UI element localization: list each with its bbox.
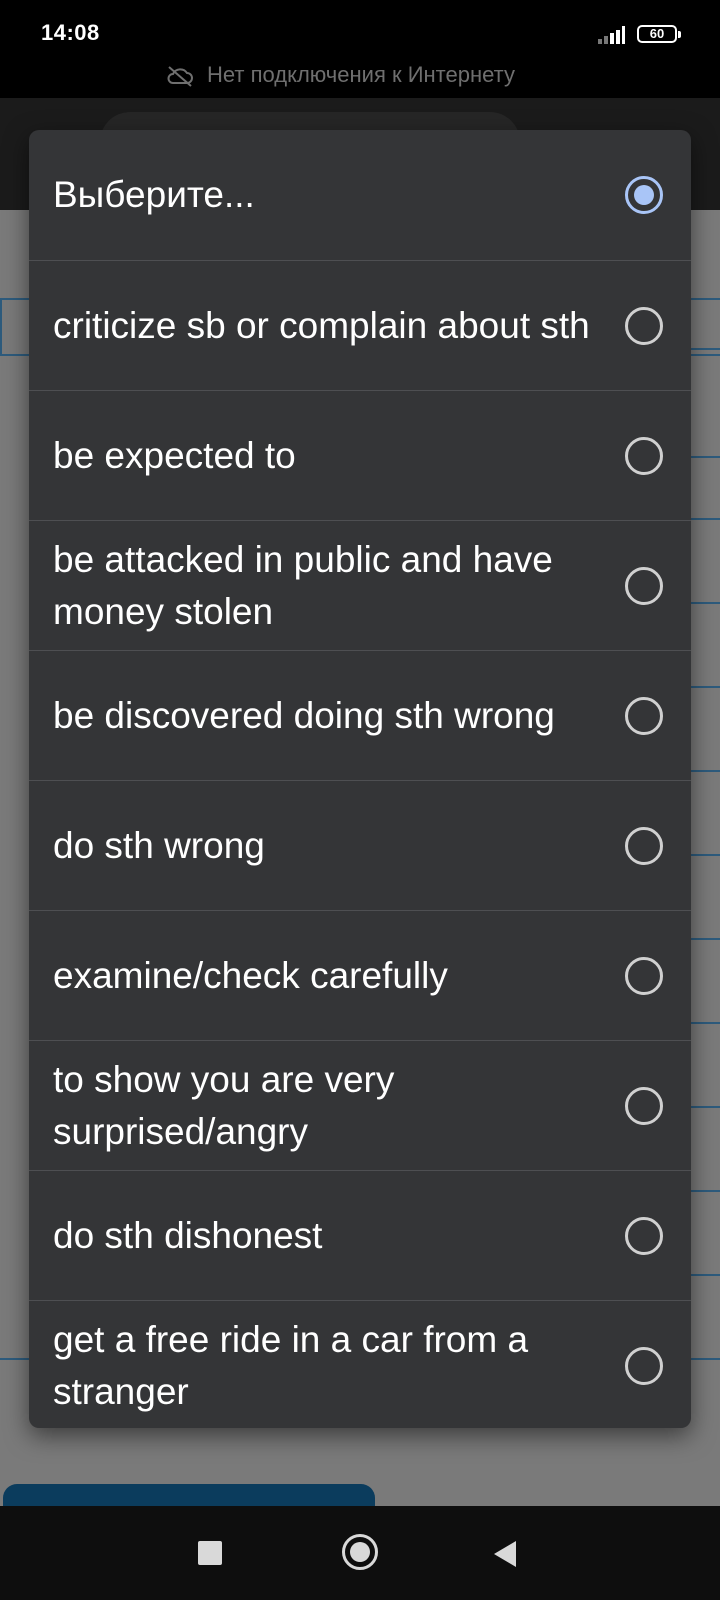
offline-banner: Нет подключения к Интернету xyxy=(0,56,720,98)
offline-banner-text: Нет подключения к Интернету xyxy=(207,62,515,87)
choice-dialog: Выберите... criticize sb or complain abo… xyxy=(29,130,691,1428)
radio-icon[interactable] xyxy=(625,957,663,995)
option-choose[interactable]: Выберите... xyxy=(29,130,691,260)
option-dishonest[interactable]: do sth dishonest xyxy=(29,1170,691,1300)
recents-square-icon[interactable] xyxy=(198,1541,222,1565)
battery-icon: 60 xyxy=(637,25,681,43)
radio-icon[interactable] xyxy=(625,1087,663,1125)
radio-icon[interactable] xyxy=(625,827,663,865)
option-label: criticize sb or complain about sth xyxy=(53,304,590,346)
cloud-off-icon xyxy=(167,66,193,87)
option-be-attacked[interactable]: be attacked in public and have money sto… xyxy=(29,520,691,650)
option-label: be attacked in public and have money sto… xyxy=(53,538,553,632)
option-label: do sth dishonest xyxy=(53,1214,323,1256)
radio-icon[interactable] xyxy=(625,437,663,475)
radio-icon[interactable] xyxy=(625,697,663,735)
radio-icon[interactable] xyxy=(625,1217,663,1255)
radio-icon[interactable] xyxy=(625,567,663,605)
option-label: Выберите... xyxy=(53,174,255,215)
radio-icon[interactable] xyxy=(625,307,663,345)
option-examine[interactable]: examine/check carefully xyxy=(29,910,691,1040)
option-be-expected[interactable]: be expected to xyxy=(29,390,691,520)
signal-icon xyxy=(598,26,625,44)
radio-icon[interactable] xyxy=(625,1347,663,1385)
option-label: examine/check carefully xyxy=(53,954,448,996)
battery-level: 60 xyxy=(649,26,665,41)
radio-selected-icon[interactable] xyxy=(625,176,663,214)
home-circle-icon[interactable] xyxy=(342,1534,378,1570)
option-label: be discovered doing sth wrong xyxy=(53,694,555,736)
option-criticize[interactable]: criticize sb or complain about sth xyxy=(29,260,691,390)
option-do-wrong[interactable]: do sth wrong xyxy=(29,780,691,910)
navigation-bar xyxy=(0,1506,720,1600)
option-show-surprised[interactable]: to show you are very surprised/angry xyxy=(29,1040,691,1170)
option-label: be expected to xyxy=(53,434,296,476)
option-label: get a free ride in a car from a stranger xyxy=(53,1318,529,1412)
option-be-discovered[interactable]: be discovered doing sth wrong xyxy=(29,650,691,780)
option-label: to show you are very surprised/angry xyxy=(53,1058,395,1152)
option-label: do sth wrong xyxy=(53,824,265,866)
option-free-ride[interactable]: get a free ride in a car from a stranger xyxy=(29,1300,691,1428)
status-time: 14:08 xyxy=(41,20,100,45)
back-triangle-icon[interactable] xyxy=(494,1541,516,1567)
